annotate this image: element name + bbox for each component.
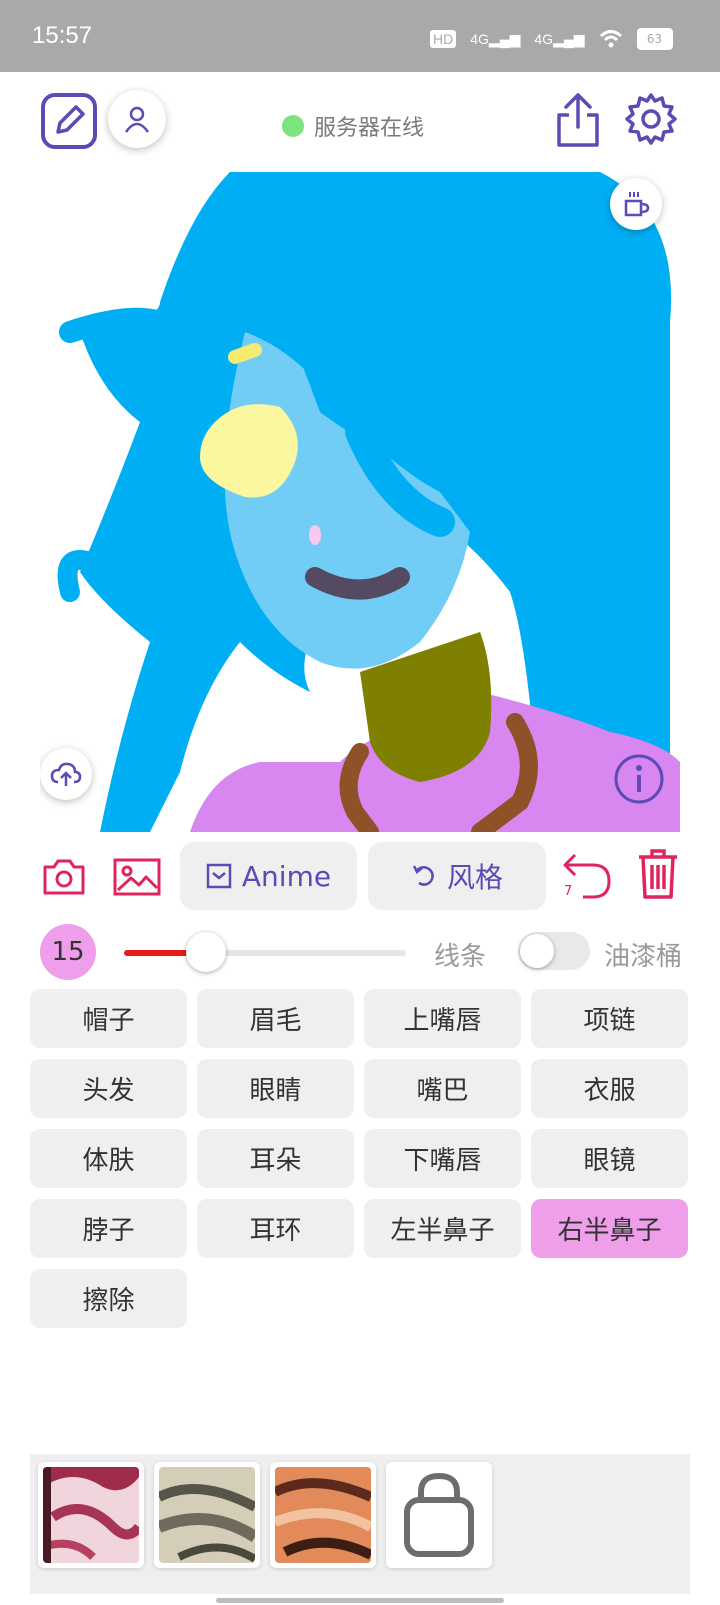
parts-grid: 帽子 眉毛 上嘴唇 项链 头发 眼睛 嘴巴 衣服 体肤 耳朵 下嘴唇 眼镜 脖子… bbox=[30, 989, 690, 1328]
part-chip[interactable]: 眉毛 bbox=[197, 989, 354, 1048]
part-chip[interactable]: 眼睛 bbox=[197, 1059, 354, 1118]
toggle-knob bbox=[520, 934, 554, 968]
brush-size-slider[interactable] bbox=[124, 932, 406, 972]
part-chip[interactable]: 衣服 bbox=[531, 1059, 688, 1118]
part-chip[interactable]: 眼镜 bbox=[531, 1129, 688, 1188]
bucket-toggle[interactable] bbox=[518, 932, 590, 970]
part-chip[interactable]: 耳环 bbox=[197, 1199, 354, 1258]
home-indicator bbox=[216, 1598, 504, 1603]
result-image bbox=[159, 1467, 255, 1563]
signal-4g-icon-2: 4G▂▄▆ bbox=[534, 30, 585, 47]
shop-button[interactable] bbox=[386, 1462, 492, 1568]
part-chip[interactable]: 嘴巴 bbox=[364, 1059, 521, 1118]
part-chip[interactable]: 左半鼻子 bbox=[364, 1199, 521, 1258]
part-chip[interactable]: 右半鼻子 bbox=[531, 1199, 688, 1258]
brush-size-badge: 15 bbox=[40, 924, 96, 980]
style-label: 风格 bbox=[446, 861, 503, 894]
delete-button[interactable] bbox=[634, 846, 682, 902]
drawing-canvas[interactable] bbox=[40, 172, 690, 832]
part-chip[interactable]: 耳朵 bbox=[197, 1129, 354, 1188]
coffee-button[interactable] bbox=[610, 178, 662, 230]
image-icon bbox=[113, 858, 161, 896]
status-bar: 15:57 HD 4G▂▄▆ 4G▂▄▆ 63 bbox=[0, 0, 720, 72]
camera-icon bbox=[43, 859, 85, 895]
part-chip[interactable]: 头发 bbox=[30, 1059, 187, 1118]
cloud-upload-icon bbox=[50, 762, 82, 786]
tool-row: Anime 风格 7 bbox=[0, 842, 720, 912]
upload-button[interactable] bbox=[40, 748, 92, 800]
part-chip[interactable]: 擦除 bbox=[30, 1269, 187, 1328]
result-thumbnail-3[interactable] bbox=[270, 1462, 376, 1568]
network-icons: HD 4G▂▄▆ 4G▂▄▆ 63 bbox=[430, 28, 673, 50]
part-chip[interactable]: 项链 bbox=[531, 989, 688, 1048]
signal-label: 4G bbox=[470, 30, 489, 47]
anime-model-button[interactable]: Anime bbox=[180, 842, 357, 910]
trash-icon bbox=[639, 849, 677, 899]
part-chip[interactable]: 体肤 bbox=[30, 1129, 187, 1188]
style-button[interactable]: 风格 bbox=[368, 842, 546, 910]
brush-controls: 15 线条 油漆桶 bbox=[0, 922, 720, 986]
info-icon bbox=[614, 754, 664, 804]
line-mode-label: 线条 bbox=[434, 942, 487, 972]
signal-label-2: 4G bbox=[534, 30, 554, 47]
refresh-icon bbox=[412, 865, 434, 886]
battery-icon: 63 bbox=[636, 28, 673, 50]
result-thumbnail-1[interactable] bbox=[38, 1462, 144, 1568]
result-thumbnail-2[interactable] bbox=[154, 1462, 260, 1568]
status-time: 15:57 bbox=[32, 22, 93, 49]
sketch-drawing bbox=[40, 172, 690, 832]
shopping-bag-icon bbox=[404, 1472, 474, 1557]
gallery-button[interactable] bbox=[112, 856, 162, 898]
part-chip[interactable]: 上嘴唇 bbox=[364, 989, 521, 1048]
edit-button[interactable] bbox=[40, 92, 98, 150]
bucket-mode-label: 油漆桶 bbox=[604, 942, 683, 972]
server-status-label: 服务器在线 bbox=[314, 116, 425, 141]
undo-count: 7 bbox=[564, 884, 573, 899]
profile-button[interactable] bbox=[108, 90, 166, 148]
undo-button[interactable]: 7 bbox=[560, 848, 614, 904]
camera-button[interactable] bbox=[40, 856, 88, 898]
result-image bbox=[275, 1467, 371, 1563]
pencil-square-icon bbox=[41, 93, 97, 149]
info-button[interactable] bbox=[612, 752, 666, 806]
dropdown-box-icon bbox=[206, 863, 232, 889]
part-chip[interactable]: 帽子 bbox=[30, 989, 187, 1048]
top-bar: 服务器在线 bbox=[0, 72, 720, 172]
share-icon bbox=[557, 93, 599, 147]
result-image bbox=[43, 1467, 139, 1563]
share-button[interactable] bbox=[550, 90, 606, 150]
server-status: 服务器在线 bbox=[282, 110, 424, 142]
wifi-icon bbox=[599, 30, 622, 48]
settings-button[interactable] bbox=[622, 90, 680, 148]
gear-icon bbox=[625, 93, 677, 145]
part-chip[interactable]: 脖子 bbox=[30, 1199, 187, 1258]
results-tray bbox=[30, 1454, 690, 1594]
coffee-cup-icon bbox=[624, 192, 650, 217]
slider-thumb[interactable] bbox=[185, 932, 226, 972]
online-dot-icon bbox=[282, 115, 304, 137]
signal-4g-icon: 4G▂▄▆ bbox=[470, 30, 521, 47]
anime-label: Anime bbox=[241, 859, 332, 893]
hd-icon: HD bbox=[430, 30, 457, 48]
part-chip[interactable]: 下嘴唇 bbox=[364, 1129, 521, 1188]
user-icon bbox=[124, 106, 150, 133]
